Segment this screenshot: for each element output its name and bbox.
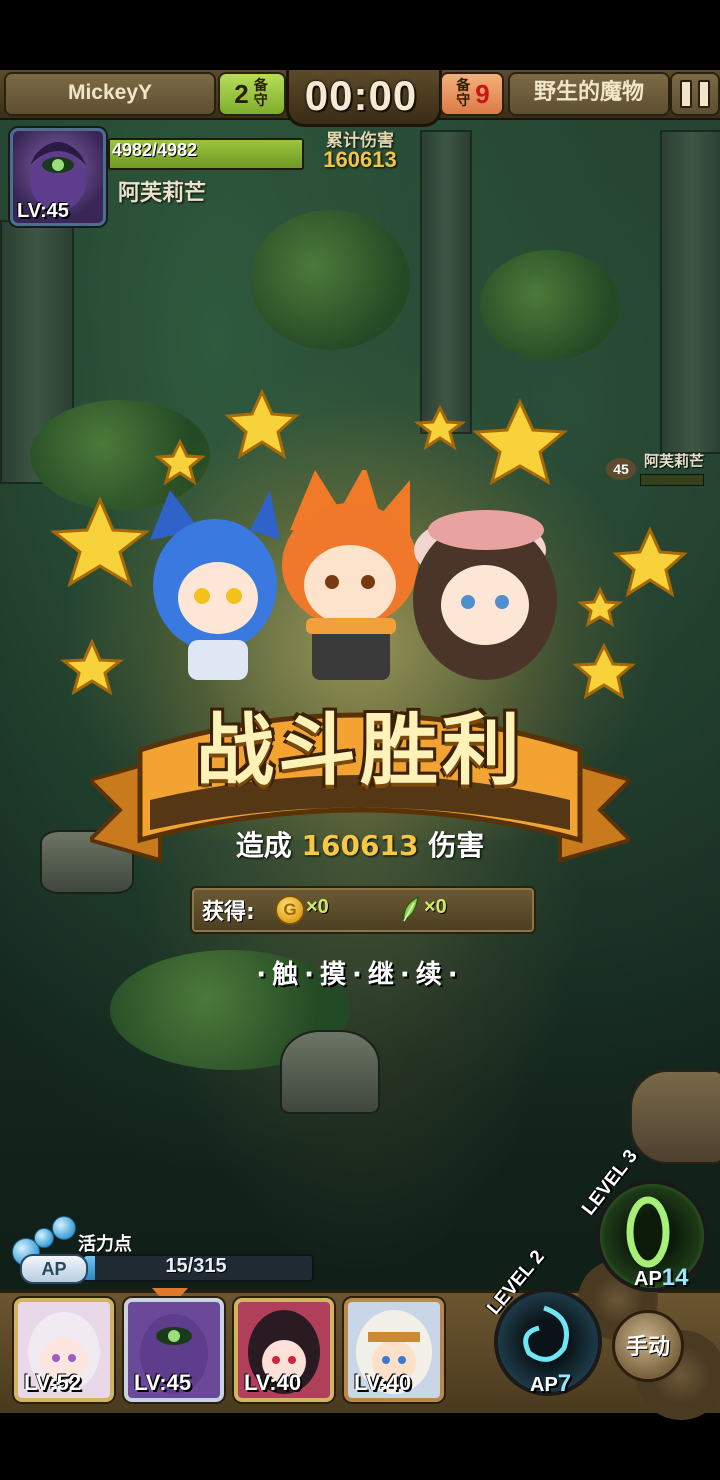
team-slot-level: LV:45 — [134, 1370, 192, 1395]
skill-2-cost: AP14 — [634, 1264, 689, 1292]
ap-badge: AP — [20, 1254, 88, 1284]
hp-text: 4982/4982 — [112, 140, 198, 160]
star-icon — [572, 642, 636, 700]
left-reserve-count: 2 — [234, 78, 249, 109]
right-reserve-label: 备守 — [456, 78, 471, 109]
damage-suffix: 伤害 — [428, 829, 485, 862]
skill-2-cost-label: AP — [634, 1268, 662, 1290]
damage-prefix: 造成 — [235, 829, 292, 862]
right-reserve-count: 9 — [475, 78, 490, 109]
coin-reward-count: ×0 — [306, 896, 329, 918]
skill-1-cost: AP7 — [530, 1370, 571, 1398]
team-slot-1[interactable]: LV:52 — [14, 1298, 114, 1402]
left-reserve-label: 备守 — [253, 78, 268, 109]
blue-cat-girl-icon — [150, 490, 280, 680]
battle-timer: 00:00 — [304, 72, 418, 119]
accumulated-damage-value: 160613 — [323, 147, 397, 172]
orange-hair-boy-icon — [282, 470, 418, 680]
tree-stump — [630, 1070, 720, 1164]
energy-label: 活力点 — [78, 1234, 132, 1255]
skill-1-cost-value: 7 — [557, 1370, 572, 1397]
star-icon — [49, 496, 151, 588]
active-character-portrait[interactable]: LV:45 — [10, 128, 106, 226]
ap-bubble-icon — [34, 1228, 54, 1248]
player-name: MickeyY — [4, 72, 216, 116]
pause-icon — [680, 80, 692, 108]
star-icon — [413, 404, 467, 451]
gold-coin-icon: G — [275, 895, 305, 925]
feather-icon — [403, 895, 419, 923]
star-icon — [612, 526, 688, 598]
bush — [250, 210, 410, 350]
left-reserve-counter: 2 备守 — [218, 72, 286, 116]
reward-label: 获得: — [202, 900, 255, 925]
damage-result: 造成 160613 伤害 — [150, 824, 570, 864]
manual-mode-button[interactable]: 手动 — [612, 1310, 684, 1382]
right-reserve-counter: 备守 9 — [440, 72, 504, 116]
star-icon — [224, 388, 300, 460]
energy-value: 15/315 — [165, 1255, 227, 1277]
pause-button[interactable] — [670, 72, 720, 116]
star-icon — [577, 586, 623, 628]
rock — [280, 1030, 380, 1114]
star-icon — [59, 638, 125, 696]
team-slot-4[interactable]: LV:40 — [344, 1298, 444, 1402]
team-slot-level: LV:52 — [24, 1370, 82, 1395]
feather-reward-count: ×0 — [424, 896, 447, 918]
damage-value: 160613 — [301, 829, 419, 862]
team-slot-2[interactable]: LV:45 — [124, 1298, 224, 1402]
pause-icon — [698, 80, 710, 108]
victory-title: 战斗胜利 — [195, 706, 524, 796]
touch-to-continue[interactable]: ·触·摸·继·续· — [210, 954, 510, 991]
active-character-level: LV:45 — [17, 200, 69, 222]
victory-characters — [150, 470, 557, 680]
team-slot-3[interactable]: LV:40 — [234, 1298, 334, 1402]
ap-bubble-icon — [52, 1216, 76, 1240]
bush — [480, 250, 620, 360]
skill-2-cost-value: 14 — [661, 1264, 689, 1291]
skill-1-cost-label: AP — [530, 1374, 558, 1396]
brown-hair-girl-icon — [413, 510, 557, 680]
team-slot-level: LV:40 — [354, 1370, 412, 1395]
team-slot-level: LV:40 — [244, 1370, 302, 1395]
enemy-name: 野生的魔物 — [508, 72, 670, 116]
active-character-name: 阿芙莉芒 — [118, 181, 207, 206]
